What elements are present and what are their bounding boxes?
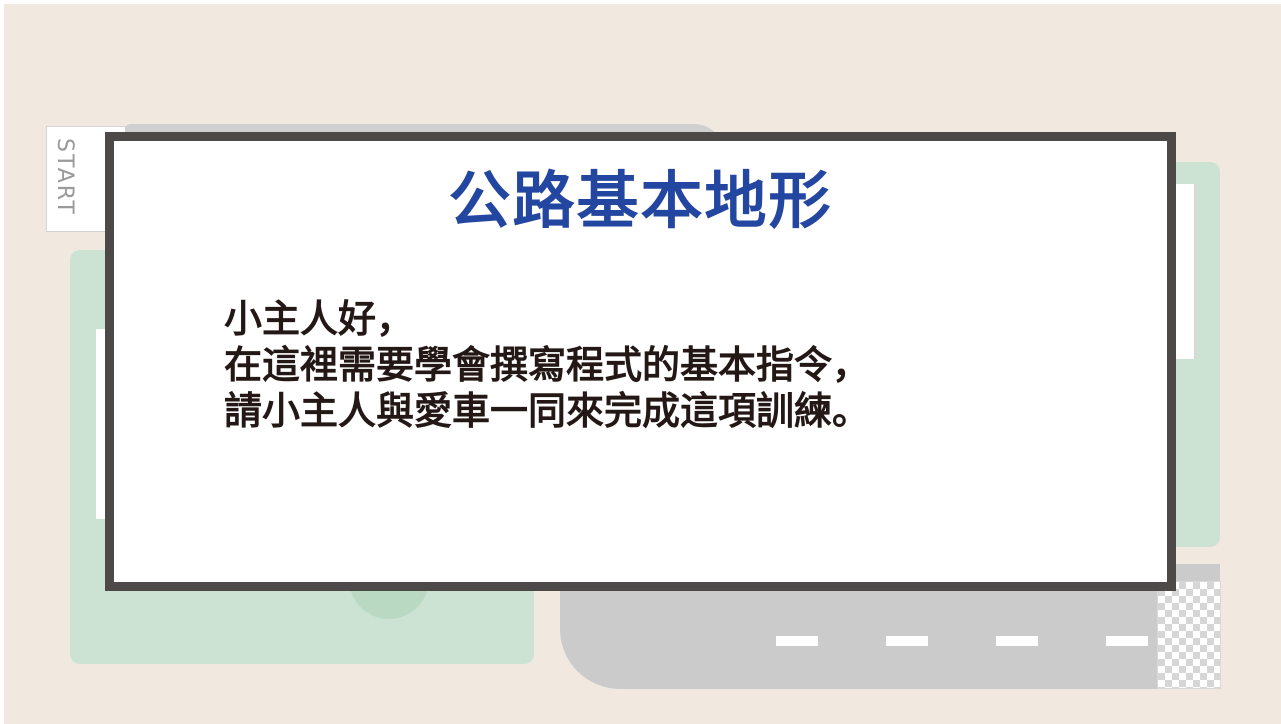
dialog-line-instruction: 在這裡需要學會撰寫程式的基本指令，: [224, 343, 871, 387]
lane-marking: [1106, 636, 1148, 646]
start-sign-label: START: [52, 138, 77, 216]
intro-dialog: 公路基本地形 小主人好， 在這裡需要學會撰寫程式的基本指令， 請小主人與愛車一同…: [105, 132, 1176, 591]
dialog-title: 公路基本地形: [448, 164, 833, 237]
dialog-line-task: 請小主人與愛車一同來完成這項訓練。: [224, 389, 871, 433]
dialog-body: 小主人好， 在這裡需要學會撰寫程式的基本指令， 請小主人與愛車一同來完成這項訓練…: [224, 296, 870, 434]
lane-marking: [996, 636, 1038, 646]
finish-flag-icon: [1157, 581, 1221, 689]
dialog-line-greeting: 小主人好，: [224, 297, 415, 341]
lane-marking: [886, 636, 928, 646]
game-map: START 公路基本地形 小主人好， 在這裡需要學會撰寫程式的基本指令， 請小主…: [4, 4, 1281, 724]
lane-marking: [776, 636, 818, 646]
